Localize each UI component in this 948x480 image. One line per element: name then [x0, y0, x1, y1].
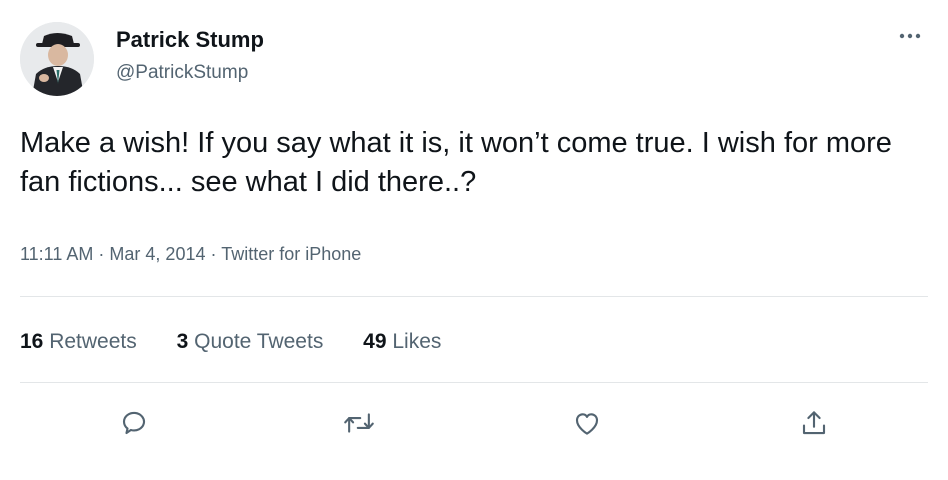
- avatar-image: [20, 22, 94, 96]
- like-button[interactable]: [569, 405, 605, 441]
- retweet-icon: [344, 413, 374, 433]
- likes-count: 49: [363, 330, 387, 353]
- reply-button[interactable]: [116, 405, 152, 441]
- meta-separator: ·: [210, 244, 217, 264]
- meta-separator: ·: [98, 244, 105, 264]
- quote-tweets-stat[interactable]: 3 Quote Tweets: [177, 330, 324, 354]
- heart-icon: [575, 413, 599, 435]
- tweet-text: Make a wish! If you say what it is, it w…: [20, 127, 892, 198]
- author-handle[interactable]: @PatrickStump: [116, 62, 248, 84]
- tweet-metadata: 11:11 AM · Mar 4, 2014 · Twitter for iPh…: [20, 244, 361, 265]
- more-horizontal-icon[interactable]: [893, 26, 927, 46]
- divider: [20, 296, 928, 297]
- divider: [20, 382, 928, 383]
- share-button[interactable]: [796, 405, 832, 441]
- retweets-label: Retweets: [49, 330, 137, 353]
- tweet-source[interactable]: Twitter for iPhone: [221, 244, 361, 264]
- quote-tweets-count: 3: [176, 330, 189, 353]
- likes-label: Likes: [392, 330, 442, 353]
- quote-tweets-label: Quote Tweets: [194, 330, 324, 353]
- share-icon: [802, 411, 826, 435]
- avatar[interactable]: [20, 22, 94, 96]
- tweet-stats: 16 Retweets 3 Quote Tweets 49 Likes: [20, 330, 475, 354]
- likes-stat[interactable]: 49 Likes: [363, 330, 441, 354]
- tweet-actions: [0, 405, 948, 441]
- tweet-time[interactable]: 11:11 AM: [20, 244, 93, 264]
- tweet-date[interactable]: Mar 4, 2014: [109, 244, 205, 264]
- retweets-stat[interactable]: 16 Retweets: [20, 330, 137, 354]
- retweet-button[interactable]: [341, 405, 377, 441]
- tweet-card: Patrick Stump @PatrickStump Make a wish!…: [0, 0, 948, 480]
- author-name[interactable]: Patrick Stump: [116, 27, 264, 53]
- retweets-count: 16: [20, 330, 44, 353]
- reply-icon: [122, 411, 145, 435]
